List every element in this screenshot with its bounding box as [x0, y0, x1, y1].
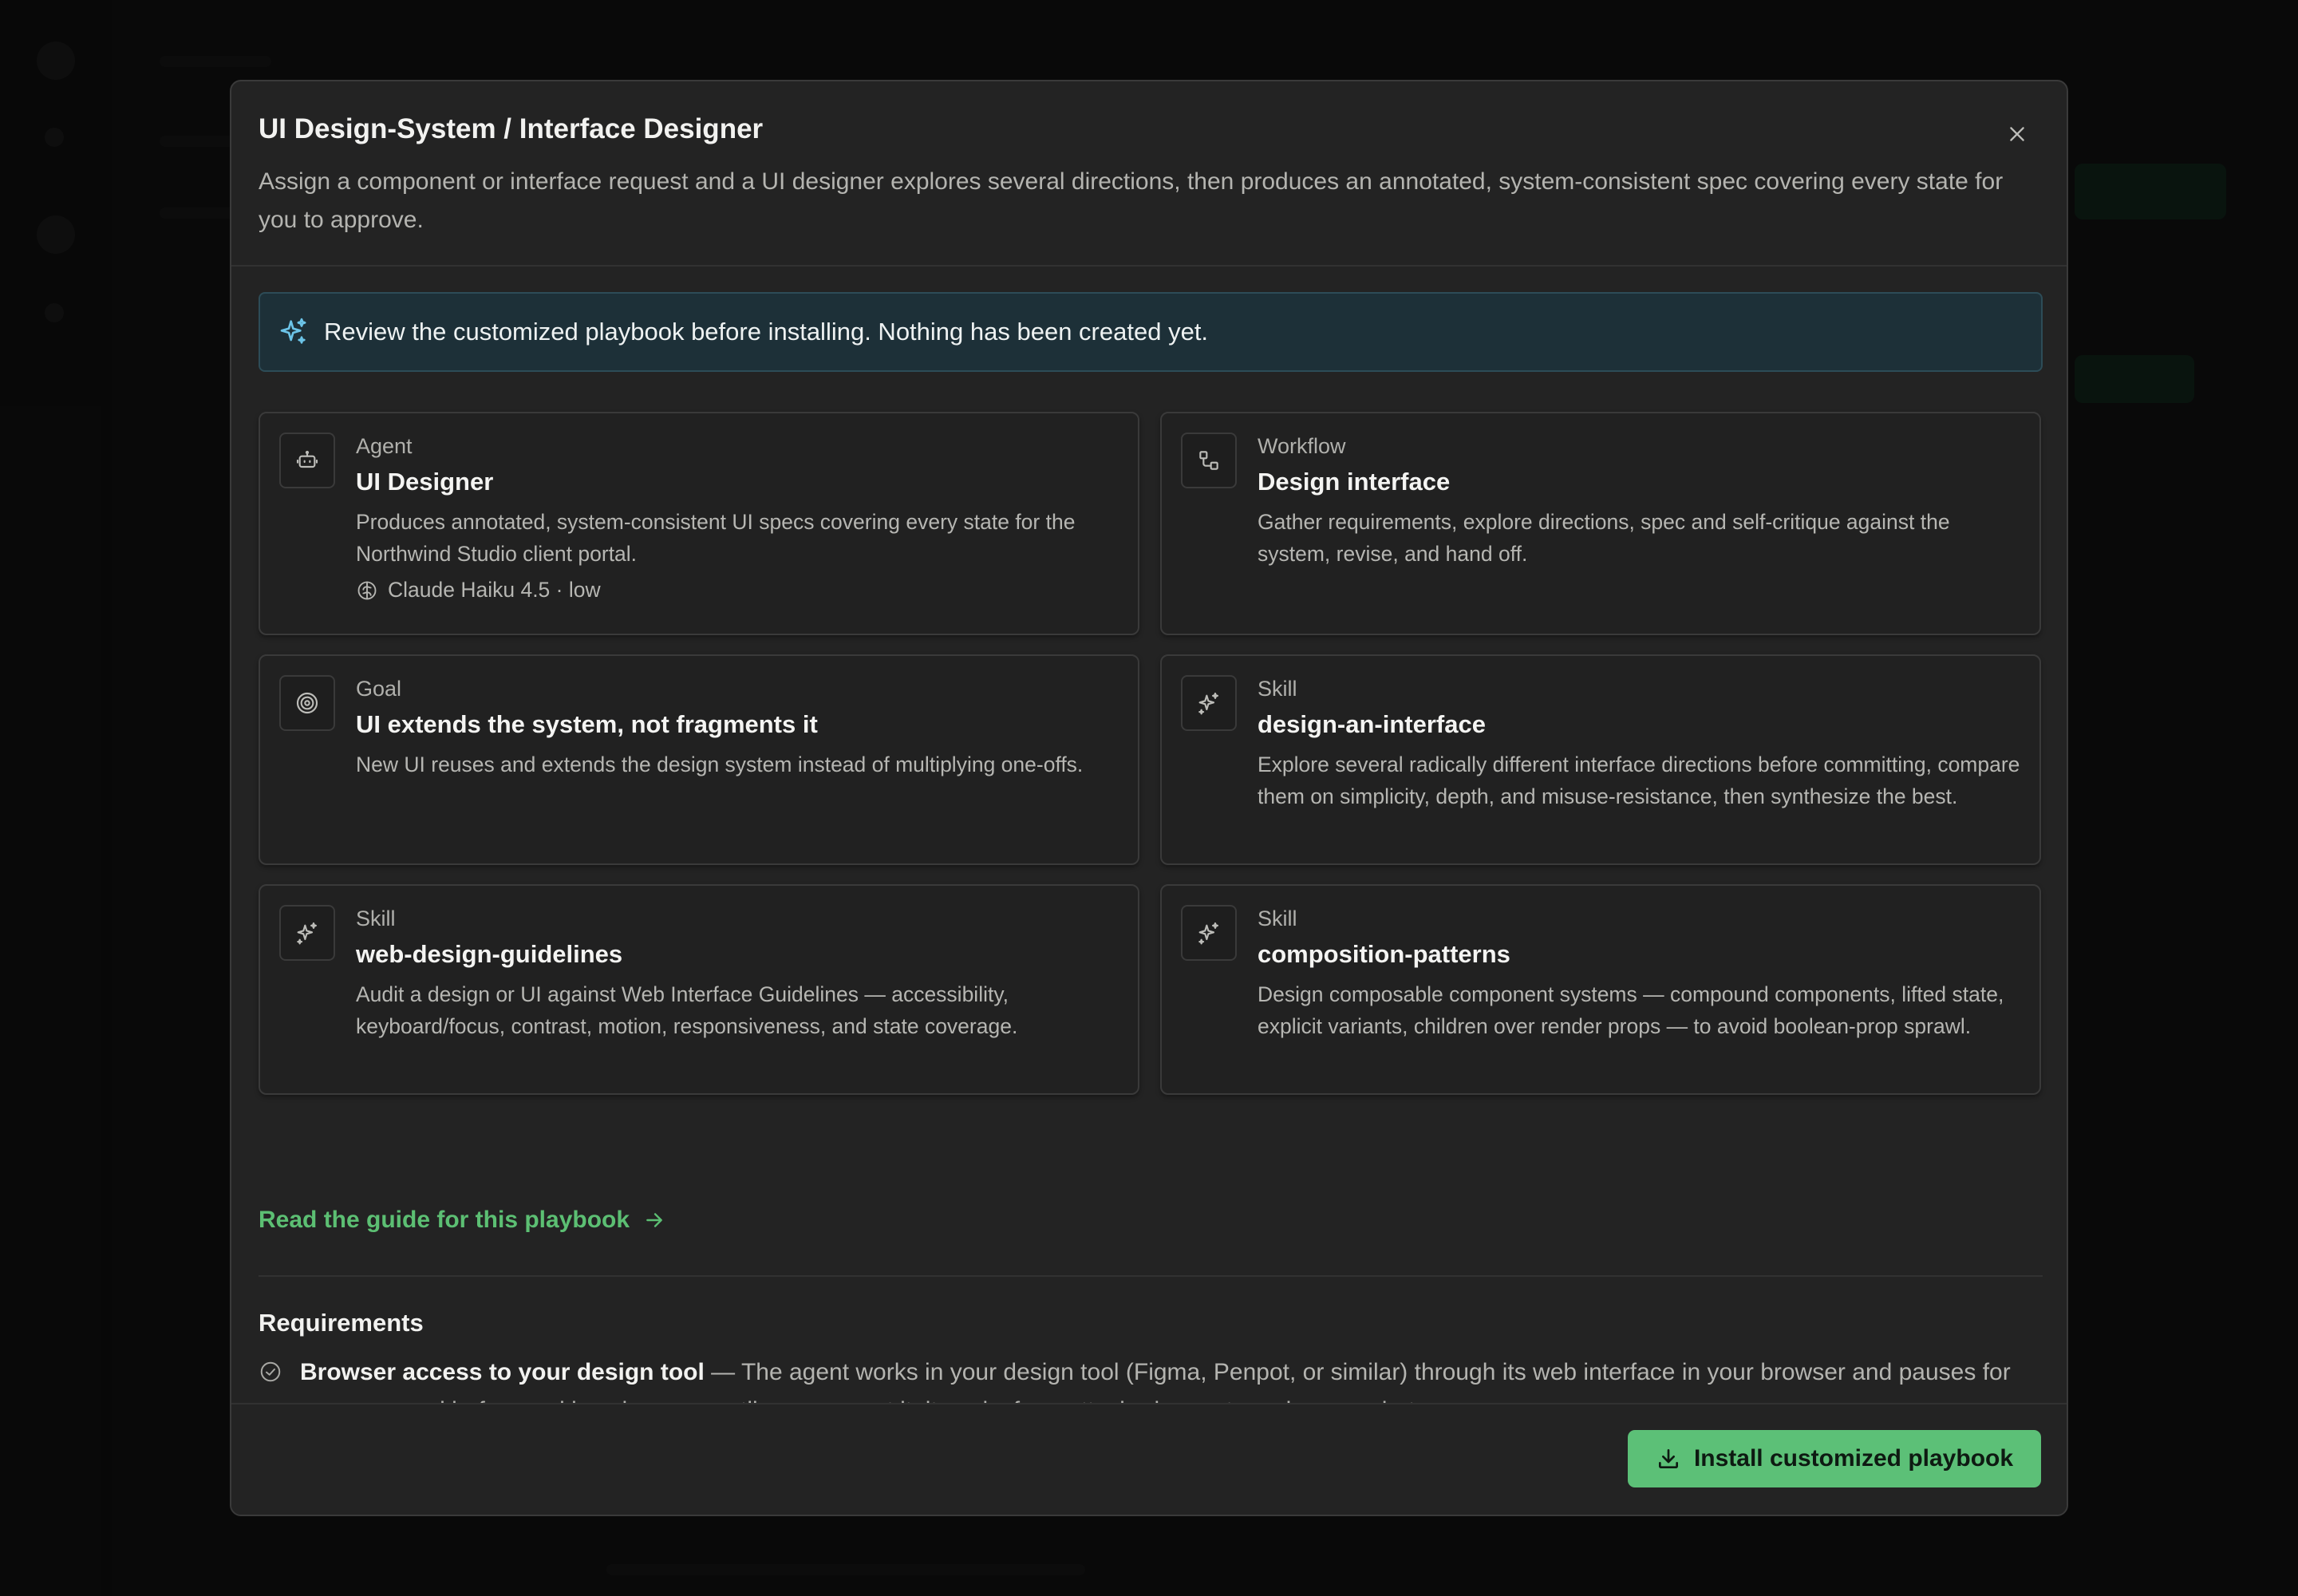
- review-notice: Review the customized playbook before in…: [259, 292, 2043, 372]
- card-description: Explore several radically different inte…: [1258, 753, 2020, 808]
- playbook-card-skill[interactable]: Skill composition-patterns Design compos…: [1160, 884, 2041, 1095]
- card-kind: Skill: [1258, 907, 1297, 930]
- card-icon: [279, 905, 335, 961]
- workflow-icon: [1199, 451, 1218, 470]
- card-description: Produces annotated, system-consistent UI…: [356, 510, 1076, 566]
- requirements-title: Requirements: [259, 1309, 424, 1337]
- card-name: composition-patterns: [1258, 940, 1510, 968]
- playbook-card-workflow[interactable]: Workflow Design interface Gather require…: [1160, 412, 2041, 635]
- playbook-card-goal[interactable]: Goal UI extends the system, not fragment…: [259, 654, 1139, 865]
- card-description: Audit a design or UI against Web Interfa…: [356, 982, 1018, 1038]
- modal-body: Review the customized playbook before in…: [259, 292, 2043, 1476]
- card-name: UI extends the system, not fragments it: [356, 710, 818, 738]
- install-playbook-button[interactable]: Install customized playbook: [1628, 1430, 2041, 1487]
- agent-model: Claude Haiku 4.5 · low: [356, 578, 601, 602]
- divider: [259, 1275, 2043, 1277]
- modal-description: Assign a component or interface request …: [259, 168, 2004, 233]
- card-icon: [1181, 905, 1237, 961]
- playbook-card-skill[interactable]: Skill web-design-guidelines Audit a desi…: [259, 884, 1139, 1095]
- card-name: web-design-guidelines: [356, 940, 623, 968]
- notice-text: Review the customized playbook before in…: [324, 318, 1209, 346]
- playbook-card-agent[interactable]: Agent UI Designer Produces annotated, sy…: [259, 412, 1139, 635]
- sparkles-icon: [280, 318, 306, 344]
- playbook-card-skill[interactable]: Skill design-an-interface Explore severa…: [1160, 654, 2041, 865]
- card-kind: Skill: [1258, 677, 1297, 701]
- modal-header: UI Design-System / Interface Designer As…: [231, 81, 2067, 267]
- card-name: design-an-interface: [1258, 710, 1486, 738]
- card-description: Gather requirements, explore directions,…: [1258, 510, 1950, 566]
- card-kind: Skill: [356, 907, 396, 930]
- playbook-modal: UI Design-System / Interface Designer As…: [230, 80, 2068, 1516]
- card-name: Design interface: [1258, 468, 1451, 496]
- robot-icon: [296, 450, 318, 468]
- target-icon: [296, 692, 318, 714]
- brain-icon: [357, 581, 377, 599]
- card-name: UI Designer: [356, 468, 494, 496]
- modal-footer: Install customized playbook: [231, 1403, 2067, 1515]
- download-icon: [1658, 1449, 1678, 1468]
- install-button-label: Install customized playbook: [1693, 1445, 2014, 1472]
- card-description: Design composable component systems — co…: [1258, 982, 2004, 1038]
- card-icon: [279, 433, 335, 488]
- agent-model-label: Claude Haiku 4.5 · low: [388, 578, 601, 602]
- card-icon: [1181, 675, 1237, 731]
- check-circle-icon: [260, 1361, 281, 1382]
- card-icon: [1181, 433, 1237, 488]
- card-kind: Agent: [356, 434, 413, 458]
- requirement-name: Browser access to your design tool: [300, 1359, 705, 1385]
- playbook-items-grid: Agent UI Designer Produces annotated, sy…: [259, 412, 2043, 1095]
- guide-link-label: Read the guide for this playbook: [259, 1207, 630, 1233]
- card-kind: Workflow: [1258, 434, 1346, 458]
- read-guide-link[interactable]: Read the guide for this playbook: [259, 1207, 665, 1234]
- card-icon: [279, 675, 335, 731]
- sparkles-icon: [297, 922, 317, 945]
- card-description: New UI reuses and extends the design sys…: [356, 753, 1084, 776]
- close-button[interactable]: [2000, 117, 2035, 152]
- arrow-right-icon: [646, 1213, 662, 1227]
- card-kind: Goal: [356, 677, 402, 701]
- modal-title: UI Design-System / Interface Designer: [259, 113, 764, 144]
- sparkles-icon: [1198, 692, 1218, 715]
- sparkles-icon: [1198, 922, 1218, 945]
- close-icon: [2010, 127, 2024, 141]
